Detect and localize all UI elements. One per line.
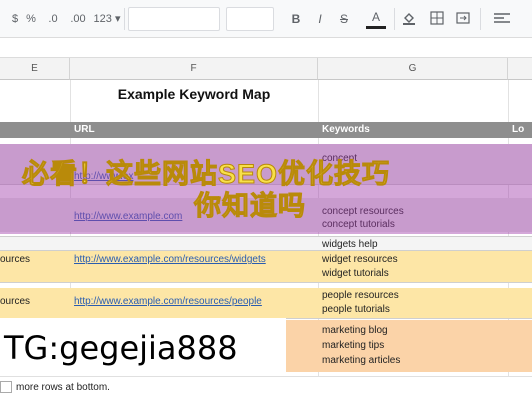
keyword-cell[interactable]: widget tutorials — [322, 267, 389, 280]
category-cell[interactable]: ources — [0, 253, 30, 266]
header-url: URL — [74, 124, 95, 135]
decrease-decimal-button[interactable]: .0 — [42, 9, 64, 29]
keyword-cell[interactable]: marketing articles — [322, 354, 400, 367]
keyword-cell[interactable]: widgets help — [322, 238, 378, 251]
url-cell[interactable]: http://www.example.com/resources/people — [74, 295, 262, 308]
keyword-cell[interactable]: widget resources — [322, 253, 398, 266]
row-divider — [0, 282, 532, 283]
row-divider — [0, 250, 532, 251]
text-color-button[interactable]: A — [366, 9, 386, 29]
merge-cells-icon[interactable] — [456, 11, 470, 25]
fill-color-icon[interactable] — [402, 11, 416, 25]
toolbar: $ % .0 .00 123 ▾ B I S A — [0, 0, 532, 38]
increase-decimal-button[interactable]: .00 — [66, 9, 90, 29]
italic-button[interactable]: I — [310, 9, 330, 29]
promo-banner-line1: 必看！这些网站SEO优化技巧 — [21, 159, 391, 190]
column-header-h[interactable] — [508, 58, 532, 80]
more-formats-button[interactable]: 123 ▾ — [92, 9, 122, 29]
keyword-cell[interactable]: people tutorials — [322, 303, 390, 316]
column-header-e[interactable]: E — [0, 58, 70, 80]
formula-bar[interactable] — [0, 38, 532, 58]
add-rows-checkbox[interactable] — [0, 381, 12, 393]
toolbar-divider — [124, 8, 125, 30]
bold-button[interactable]: B — [286, 9, 306, 29]
url-cell[interactable]: http://www.example.com/resources/widgets — [74, 253, 266, 266]
promo-banner-line2: 你知道吗 — [194, 191, 306, 222]
keyword-cell[interactable]: people resources — [322, 289, 399, 302]
keyword-cell[interactable]: marketing blog — [322, 324, 388, 337]
toolbar-divider — [480, 8, 481, 30]
horizontal-align-icon[interactable] — [494, 12, 510, 24]
footer-bar: more rows at bottom. — [0, 376, 532, 400]
footer-text: more rows at bottom. — [16, 382, 110, 393]
sheet-title: Example Keyword Map — [117, 86, 271, 102]
keyword-cell[interactable]: marketing tips — [322, 339, 384, 352]
header-location: Lo — [512, 124, 525, 135]
promo-banner: 必看！这些网站SEO优化技巧 你知道吗 — [21, 158, 522, 222]
percent-format-button[interactable]: % — [22, 9, 40, 29]
font-size-select[interactable] — [226, 7, 274, 31]
column-header-f[interactable]: F — [70, 58, 318, 80]
strikethrough-button[interactable]: S — [334, 9, 354, 29]
table-row[interactable] — [0, 236, 532, 250]
contact-watermark: TG:gegejia888 — [0, 318, 286, 378]
header-keywords: Keywords — [322, 124, 370, 135]
category-cell[interactable]: ources — [0, 295, 30, 308]
borders-icon[interactable] — [430, 11, 444, 25]
toolbar-divider — [394, 8, 395, 30]
font-family-select[interactable] — [128, 7, 220, 31]
row-divider — [0, 236, 532, 237]
column-header-g[interactable]: G — [318, 58, 508, 80]
